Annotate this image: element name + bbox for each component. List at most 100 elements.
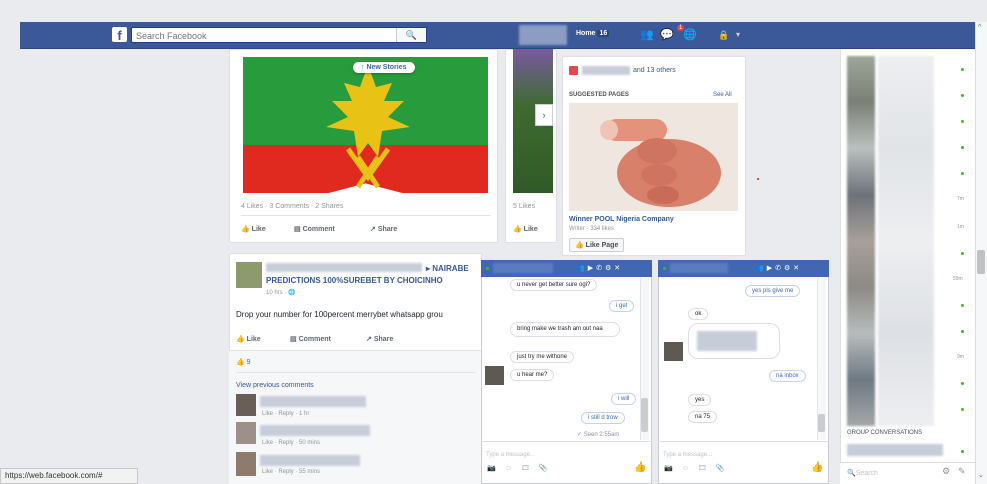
globe-notifications-icon[interactable]: 🌐: [683, 28, 697, 41]
story-stats[interactable]: 4 Likes · 3 Comments · 2 Shares: [241, 203, 343, 210]
page-thumbnail: [569, 66, 578, 75]
messages-icon[interactable]: 💬: [660, 28, 674, 41]
online-status-dot: [486, 267, 489, 270]
friend-requests-icon[interactable]: 👥: [640, 28, 654, 41]
chat-1-message: i get: [609, 300, 635, 312]
post-share-label: Share: [373, 336, 394, 343]
chat-2-message: ok: [688, 308, 709, 320]
second-like-button[interactable]: 👍 Like: [513, 225, 538, 233]
chat-contact-names-blurred[interactable]: [878, 56, 934, 426]
group-conversations-header: GROUP CONVERSATIONS: [847, 430, 923, 436]
chat-2-contact-name-blurred[interactable]: [670, 263, 728, 273]
contact-last-active: 59m: [953, 276, 963, 282]
chat-1-toolbar-icons[interactable]: 📷☺🎞📎: [487, 464, 556, 472]
contact-online-dot: [961, 408, 964, 411]
suggested-page-name[interactable]: Winner POOL Nigeria Company: [569, 216, 674, 223]
group-conversation-blurred[interactable]: [847, 444, 943, 456]
contact-last-active: 9m: [957, 354, 964, 360]
post-like-label: Like: [246, 336, 261, 343]
post-time[interactable]: 10 hrs · 🌐: [266, 289, 296, 296]
chat-1-message: just try me withone: [510, 351, 575, 363]
post-body: Drop your number for 100percent merrybet…: [236, 310, 443, 319]
home-label: Home: [576, 30, 596, 37]
second-story-stats[interactable]: 5 Likes: [513, 203, 535, 210]
comment-avatar[interactable]: [236, 394, 256, 416]
friends-names-blurred[interactable]: [582, 66, 630, 75]
post-author-avatar[interactable]: [236, 262, 262, 288]
comment-avatar[interactable]: [236, 422, 256, 444]
window-scrollbar-thumb[interactable]: [977, 250, 985, 274]
comment-meta[interactable]: Like · Reply · 1 hr: [262, 411, 309, 417]
account-menu-caret[interactable]: ▾: [736, 30, 740, 39]
view-previous-comments-link[interactable]: View previous comments: [236, 382, 314, 389]
post-group-name[interactable]: ▸ NAIRABE: [426, 264, 469, 273]
new-stories-button[interactable]: ↑ New Stories: [353, 62, 415, 73]
post-group-label: NAIRABE: [432, 264, 469, 273]
chat-2-scrollbar-thumb[interactable]: [818, 414, 825, 432]
divider: [241, 215, 491, 216]
comment-meta[interactable]: Like · Reply · 50 mins: [262, 440, 320, 446]
divider: [481, 441, 652, 442]
profile-name-blurred[interactable]: [519, 25, 567, 45]
browser-status-url: https://web.facebook.com/#: [0, 468, 138, 484]
chat-1-contact-name-blurred[interactable]: [493, 263, 553, 273]
new-message-icon[interactable]: ✎: [958, 466, 966, 477]
chat-1-thumbs-up-icon[interactable]: 👍: [634, 462, 646, 473]
comment-meta[interactable]: Like · Reply · 55 mins: [262, 469, 320, 475]
chat-2-thumbs-up-icon[interactable]: 👍: [811, 462, 823, 473]
carousel-next-button[interactable]: ›: [535, 104, 553, 126]
contact-online-dot: [961, 146, 964, 149]
post-comment-button[interactable]: ▤ Comment: [290, 335, 331, 343]
chat-1-contact-avatar[interactable]: [485, 366, 504, 385]
chat-1-message-input[interactable]: Type a message...: [486, 452, 535, 458]
lock-privacy-icon[interactable]: 🔒: [718, 30, 729, 41]
post-author-name-blurred[interactable]: [266, 263, 422, 272]
second-like-label: Like: [523, 226, 538, 233]
suggested-page-image[interactable]: [569, 103, 738, 211]
contact-online-dot: [961, 94, 964, 97]
share-button[interactable]: ↗ Share: [370, 225, 397, 233]
contact-online-dot: [961, 450, 964, 453]
contact-last-active: 7m: [957, 196, 964, 202]
chat-2-header-icons[interactable]: 👥▶✆⚙✕: [755, 264, 802, 272]
chat-1-message: u never get better sure ogi?: [510, 279, 598, 291]
facebook-logo-icon[interactable]: f: [112, 27, 127, 43]
chat-2-contact-avatar[interactable]: [664, 342, 683, 361]
see-all-link[interactable]: See All: [713, 92, 732, 98]
search-icon[interactable]: 🔍: [396, 28, 426, 42]
reaction-count[interactable]: 👍 9: [236, 358, 251, 366]
contact-online-dot: [961, 120, 964, 123]
post-title-link[interactable]: PREDICTIONS 100%SUREBET BY CHOICINHO: [266, 276, 443, 285]
divider: [236, 372, 476, 373]
home-link[interactable]: Home 16: [576, 30, 610, 37]
comment-avatar[interactable]: [236, 452, 256, 476]
chat-2-message-blurred-text: [697, 331, 757, 351]
comment-label: Comment: [302, 226, 335, 233]
like-button[interactable]: 👍 Like: [241, 225, 266, 233]
chat-1-header-icons[interactable]: 👥▶✆⚙✕: [576, 264, 623, 272]
chat-2-message: yes: [688, 394, 712, 406]
divider: [658, 441, 829, 442]
contact-online-dot: [961, 330, 964, 333]
contact-online-dot: [961, 304, 964, 307]
chat-window-1: [481, 260, 652, 484]
suggested-page-meta: Writer · 334 likes: [569, 226, 614, 232]
comment-button[interactable]: ▤ Comment: [294, 225, 335, 233]
post-like-button[interactable]: 👍 Like: [236, 335, 261, 343]
chat-settings-gear-icon[interactable]: ⚙: [942, 466, 950, 477]
search-input[interactable]: [136, 29, 396, 42]
contact-last-active: 1m: [957, 224, 964, 230]
post-share-button[interactable]: ↗ Share: [366, 335, 393, 343]
flag-eagle-emblem-icon: [326, 65, 410, 189]
chat-search-input[interactable]: 🔍Search: [847, 469, 878, 477]
chat-contact-avatars-blurred[interactable]: [847, 56, 875, 426]
chat-2-message-input[interactable]: Type a message...: [663, 452, 712, 458]
like-page-button[interactable]: 👍 Like Page: [569, 238, 625, 252]
like-label: Like: [251, 226, 266, 233]
chat-2-toolbar-icons[interactable]: 📷☺🎞📎: [664, 464, 733, 472]
scroll-down-arrow-icon[interactable]: ⌄: [978, 471, 984, 479]
suggested-pages-title: SUGGESTED PAGES: [569, 92, 629, 98]
chat-1-scrollbar-thumb[interactable]: [641, 398, 648, 432]
scroll-up-arrow-icon[interactable]: ^: [978, 24, 981, 31]
others-link[interactable]: and 13 others: [633, 67, 676, 74]
